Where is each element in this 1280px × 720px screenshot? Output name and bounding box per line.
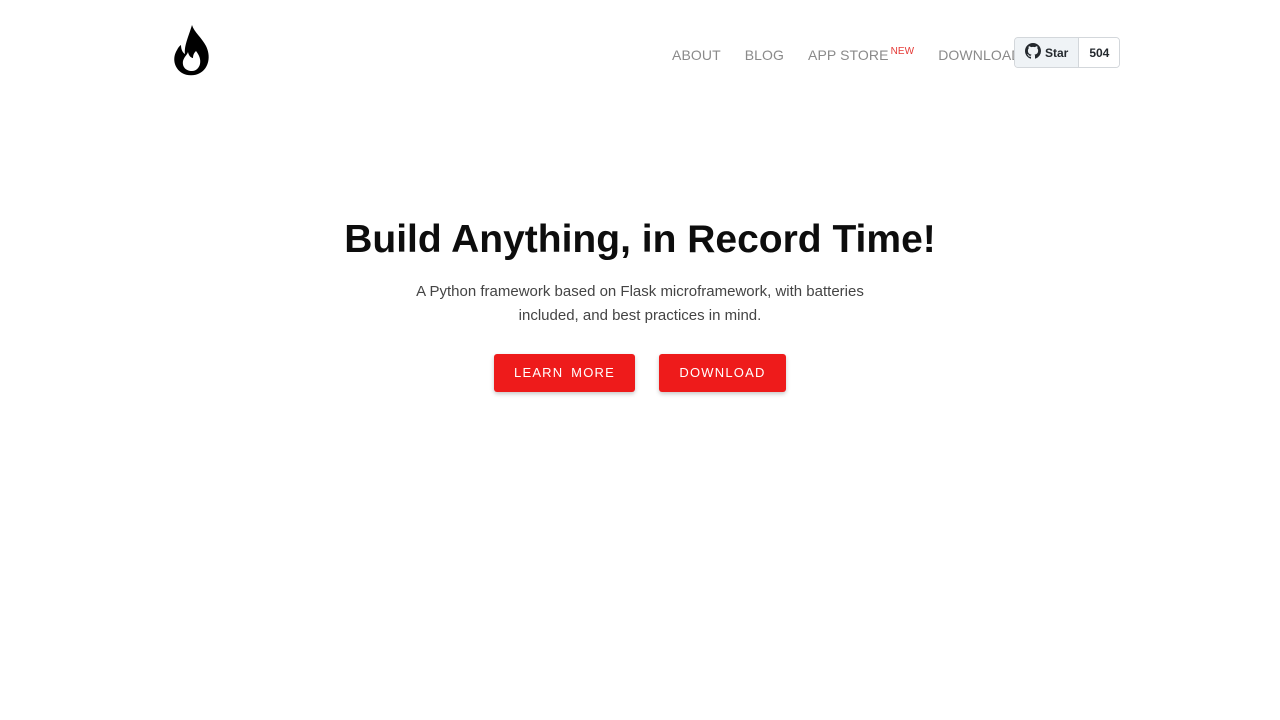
hero-subtitle: A Python framework based on Flask microf…	[416, 283, 864, 324]
github-icon	[1025, 43, 1045, 62]
new-badge: NEW	[890, 46, 915, 57]
nav-app-store[interactable]: APP STORE NEW	[808, 46, 915, 63]
github-star-button[interactable]: Star	[1015, 38, 1080, 67]
download-button[interactable]: DOWNLOAD	[659, 354, 786, 392]
learn-more-button[interactable]: LEARN MORE	[494, 354, 635, 392]
nav-about[interactable]: ABOUT	[672, 47, 721, 63]
flame-logo-icon[interactable]	[172, 24, 212, 76]
main-nav: ABOUT BLOG APP STORE NEW DOWNLOAD	[660, 36, 1033, 72]
github-star-label: Star	[1045, 45, 1069, 60]
nav-blog[interactable]: BLOG	[745, 47, 784, 63]
nav-app-store-label: APP STORE	[808, 47, 889, 63]
github-star-widget: Star 504	[1014, 37, 1121, 68]
page: ABOUT BLOG APP STORE NEW DOWNLOAD Star 50…	[0, 0, 1280, 720]
github-star-count[interactable]: 504	[1079, 38, 1120, 67]
nav-download[interactable]: DOWNLOAD	[938, 47, 1021, 63]
hero-title: Build Anything, in Record Time!	[344, 218, 936, 261]
